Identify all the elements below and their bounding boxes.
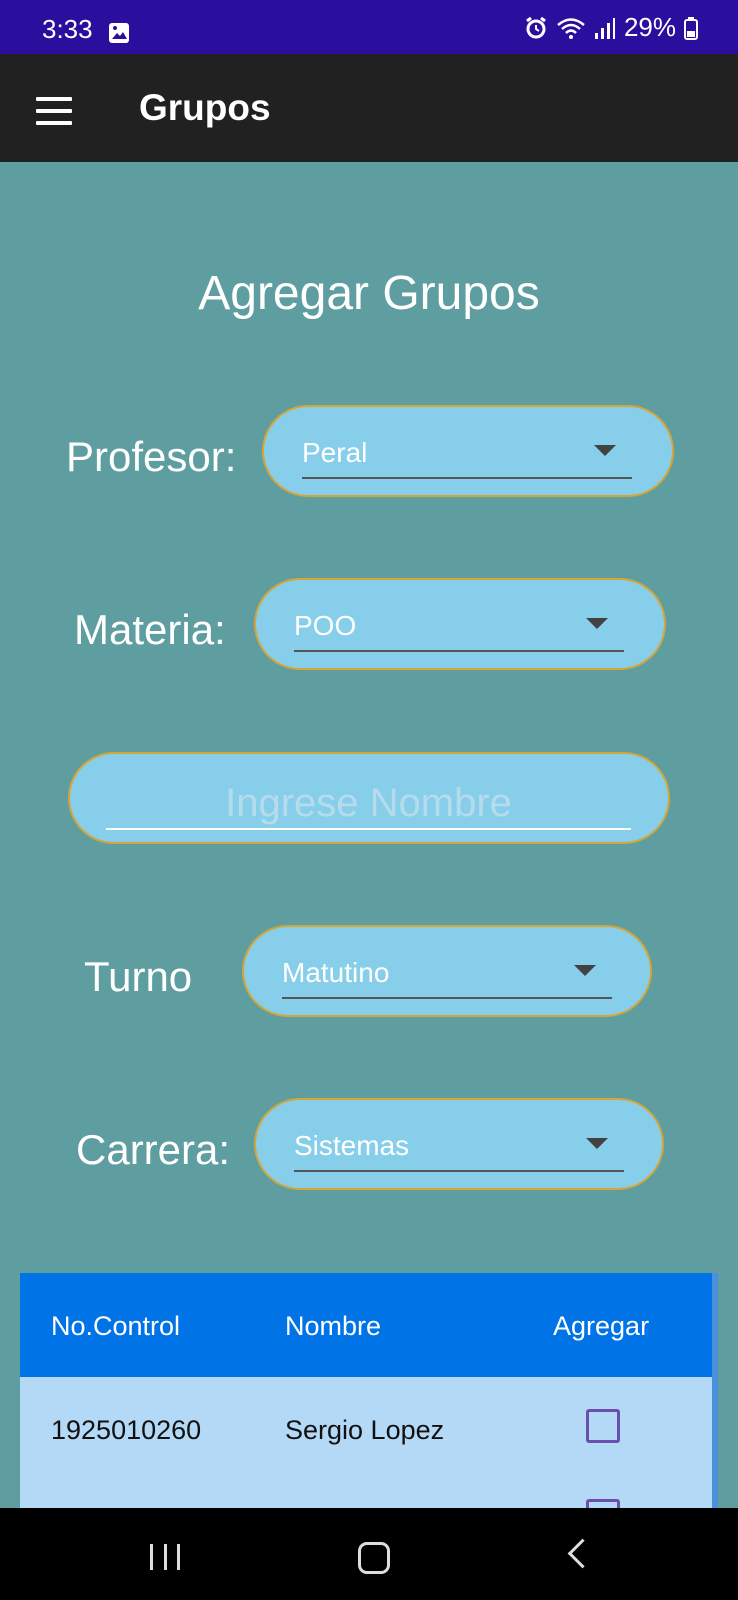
turno-underline xyxy=(282,997,612,999)
students-table: No.Control Nombre Agregar 1925010260 Ser… xyxy=(20,1273,718,1508)
header-agregar: Agregar xyxy=(553,1311,650,1341)
table-row xyxy=(20,1467,718,1508)
profesor-dropdown[interactable]: Peral xyxy=(262,405,674,497)
signal-icon xyxy=(594,17,615,39)
header-nombre: Nombre xyxy=(285,1311,382,1341)
turno-dropdown[interactable]: Matutino xyxy=(242,925,652,1017)
carrera-dropdown[interactable]: Sistemas xyxy=(254,1098,664,1190)
dropdown-arrow-icon xyxy=(574,965,596,976)
materia-value: POO xyxy=(294,610,357,641)
table-row: 1925010260 Sergio Lopez xyxy=(20,1377,718,1467)
app-bar xyxy=(0,54,738,162)
recent-apps-button[interactable] xyxy=(150,1544,180,1570)
materia-dropdown[interactable]: POO xyxy=(254,578,666,670)
profesor-value: Peral xyxy=(302,437,368,468)
agregar-checkbox[interactable] xyxy=(586,1499,620,1508)
header-control: No.Control xyxy=(51,1311,181,1341)
agregar-checkbox[interactable] xyxy=(586,1409,620,1443)
table-scrollbar[interactable] xyxy=(712,1273,718,1508)
status-time: 3:33 xyxy=(42,14,93,44)
materia-label: Materia: xyxy=(74,606,226,653)
dropdown-arrow-icon xyxy=(594,445,616,456)
row-control: 1925010260 xyxy=(51,1415,202,1445)
carrera-label: Carrera: xyxy=(76,1126,231,1173)
menu-icon[interactable] xyxy=(36,97,72,125)
home-button[interactable] xyxy=(358,1542,390,1574)
dropdown-arrow-icon xyxy=(586,1138,608,1149)
carrera-underline xyxy=(294,1170,624,1172)
carrera-value: Sistemas xyxy=(294,1130,410,1161)
row-nombre: Sergio Lopez xyxy=(285,1415,445,1445)
materia-underline xyxy=(294,650,624,652)
battery-icon xyxy=(684,16,698,40)
turno-value: Matutino xyxy=(282,957,390,988)
app-title: Grupos xyxy=(139,87,271,128)
nombre-input[interactable] xyxy=(106,778,631,830)
page-title: Agregar Grupos xyxy=(198,267,540,320)
status-icons: 29% xyxy=(524,12,698,43)
wifi-icon xyxy=(557,17,585,39)
gallery-icon xyxy=(109,23,129,43)
turno-label: Turno xyxy=(84,953,193,1000)
profesor-underline xyxy=(302,477,632,479)
profesor-label: Profesor: xyxy=(66,433,237,480)
table-header: No.Control Nombre Agregar xyxy=(20,1273,718,1377)
dropdown-arrow-icon xyxy=(586,618,608,629)
battery-percentage: 29% xyxy=(623,12,676,42)
status-bar: 3:33 29% xyxy=(0,0,738,54)
alarm-icon xyxy=(526,16,546,38)
